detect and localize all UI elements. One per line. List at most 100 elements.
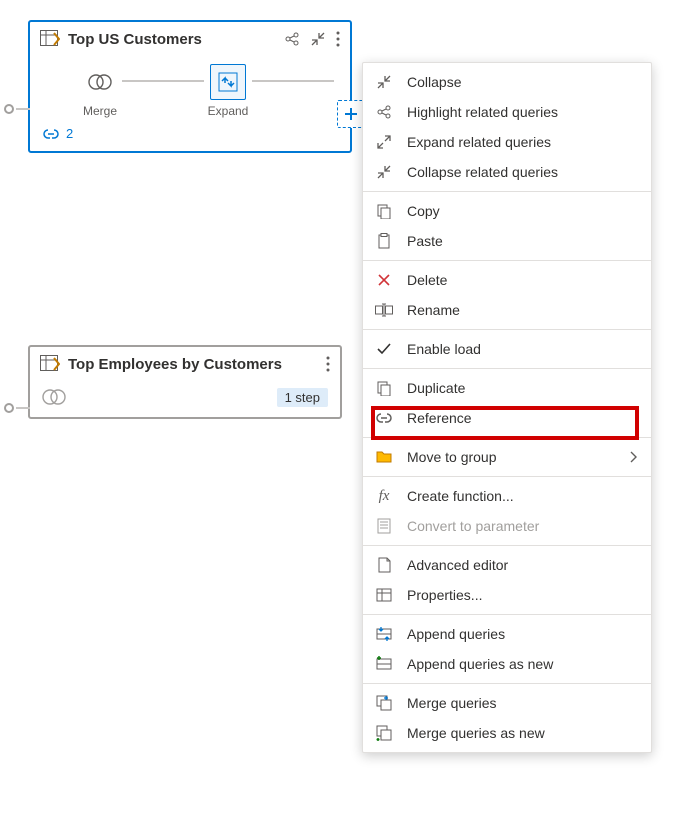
node-header: Top US Customers (30, 22, 350, 56)
menu-separator (363, 329, 651, 330)
merge-queries-new-icon (375, 724, 393, 742)
menu-label: Rename (407, 302, 460, 318)
menu-expand-related[interactable]: Expand related queries (363, 127, 651, 157)
table-icon (40, 355, 60, 373)
collapse-icon (375, 163, 393, 181)
menu-label: Duplicate (407, 380, 465, 396)
node-footer[interactable]: 2 (30, 126, 350, 151)
menu-label: Copy (407, 203, 440, 219)
add-step-button[interactable] (337, 100, 365, 128)
menu-separator (363, 260, 651, 261)
merge-icon (42, 387, 66, 407)
expand-step-icon (218, 72, 238, 92)
step-merge[interactable]: Merge (82, 64, 118, 118)
menu-copy[interactable]: Copy (363, 196, 651, 226)
menu-separator (363, 437, 651, 438)
rename-icon (375, 301, 393, 319)
menu-highlight-related[interactable]: Highlight related queries (363, 97, 651, 127)
menu-append-queries-new[interactable]: Append queries as new (363, 649, 651, 679)
menu-advanced-editor[interactable]: Advanced editor (363, 550, 651, 580)
menu-label: Reference (407, 410, 472, 426)
step-expand[interactable]: Expand (208, 64, 249, 118)
menu-separator (363, 545, 651, 546)
menu-merge-queries-new[interactable]: Merge queries as new (363, 718, 651, 748)
query-node-top-employees[interactable]: Top Employees by Customers 1 step (28, 345, 342, 419)
menu-append-queries[interactable]: Append queries (363, 619, 651, 649)
query-node-top-us-customers[interactable]: Top US Customers Merge Expand (28, 20, 352, 153)
menu-paste[interactable]: Paste (363, 226, 651, 256)
step-connector (122, 80, 204, 82)
node-title: Top US Customers (68, 31, 276, 48)
menu-convert-to-parameter: Convert to parameter (363, 511, 651, 541)
menu-label: Paste (407, 233, 443, 249)
expand-icon (375, 133, 393, 151)
reference-icon (375, 409, 393, 427)
menu-label: Properties... (407, 587, 482, 603)
menu-label: Append queries (407, 626, 505, 642)
menu-merge-queries[interactable]: Merge queries (363, 688, 651, 718)
copy-icon (375, 202, 393, 220)
collapse-icon[interactable] (310, 31, 326, 47)
menu-label: Merge queries (407, 695, 497, 711)
link-icon (42, 127, 60, 141)
table-icon (40, 30, 60, 48)
menu-label: Move to group (407, 449, 497, 465)
menu-separator (363, 683, 651, 684)
node-header: Top Employees by Customers (30, 347, 340, 381)
paste-icon (375, 232, 393, 250)
menu-label: Collapse (407, 74, 461, 90)
menu-separator (363, 614, 651, 615)
collapse-icon (375, 73, 393, 91)
share-icon[interactable] (284, 31, 300, 47)
menu-label: Collapse related queries (407, 164, 558, 180)
menu-label: Highlight related queries (407, 104, 558, 120)
menu-duplicate[interactable]: Duplicate (363, 373, 651, 403)
step-label: Merge (83, 104, 117, 118)
append-new-icon (375, 655, 393, 673)
merge-queries-icon (375, 694, 393, 712)
properties-icon (375, 586, 393, 604)
menu-label: Append queries as new (407, 656, 553, 672)
more-icon[interactable] (336, 31, 340, 47)
step-connector (252, 80, 334, 82)
folder-icon (375, 448, 393, 466)
menu-separator (363, 476, 651, 477)
function-icon: fx (375, 487, 393, 505)
inlet-port[interactable] (4, 403, 14, 413)
menu-label: Delete (407, 272, 447, 288)
check-icon (375, 340, 393, 358)
inlet-connector (16, 407, 30, 409)
menu-collapse-related[interactable]: Collapse related queries (363, 157, 651, 187)
menu-properties[interactable]: Properties... (363, 580, 651, 610)
node-title: Top Employees by Customers (68, 356, 318, 373)
inlet-connector (16, 108, 30, 110)
delete-icon (375, 271, 393, 289)
step-label: Expand (208, 104, 249, 118)
more-icon[interactable] (326, 356, 330, 372)
menu-separator (363, 191, 651, 192)
merge-icon (88, 72, 112, 92)
menu-label: Expand related queries (407, 134, 551, 150)
menu-delete[interactable]: Delete (363, 265, 651, 295)
plus-icon (344, 107, 358, 121)
menu-enable-load[interactable]: Enable load (363, 334, 651, 364)
menu-label: Advanced editor (407, 557, 508, 573)
context-menu: Collapse Highlight related queries Expan… (362, 62, 652, 753)
menu-create-function[interactable]: fx Create function... (363, 481, 651, 511)
menu-label: Convert to parameter (407, 518, 539, 534)
menu-rename[interactable]: Rename (363, 295, 651, 325)
append-icon (375, 625, 393, 643)
parameter-icon (375, 517, 393, 535)
menu-reference[interactable]: Reference (363, 403, 651, 433)
share-icon (375, 103, 393, 121)
menu-collapse[interactable]: Collapse (363, 67, 651, 97)
menu-separator (363, 368, 651, 369)
inlet-port[interactable] (4, 104, 14, 114)
menu-move-to-group[interactable]: Move to group (363, 442, 651, 472)
duplicate-icon (375, 379, 393, 397)
link-count: 2 (66, 126, 73, 141)
node-body: Merge Expand (30, 56, 350, 126)
chevron-right-icon (629, 451, 637, 463)
menu-label: Merge queries as new (407, 725, 545, 741)
menu-label: Create function... (407, 488, 514, 504)
